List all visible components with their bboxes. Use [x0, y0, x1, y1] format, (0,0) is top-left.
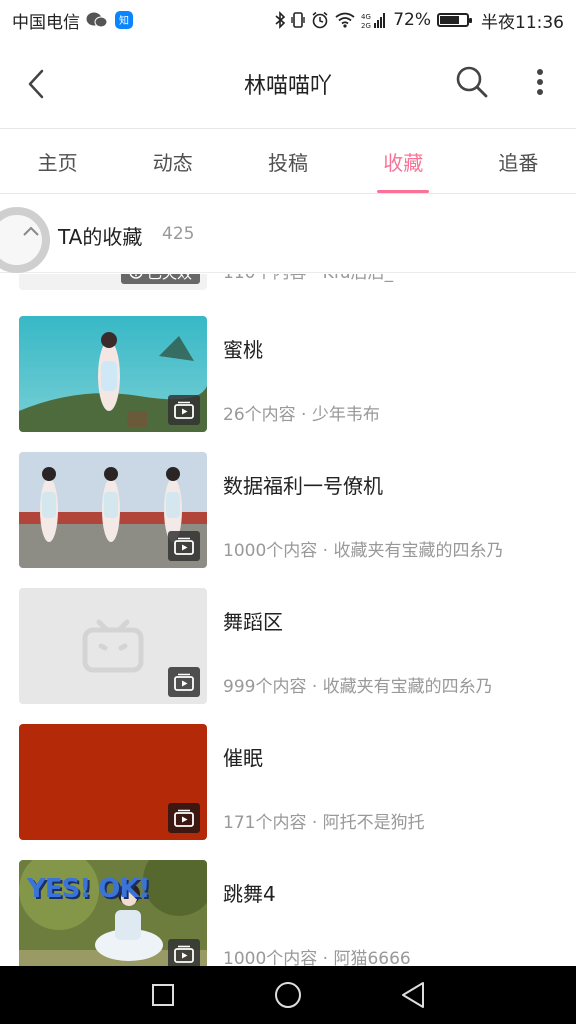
- wechat-icon: [86, 11, 108, 29]
- folder-meta: 999个内容 · 收藏夹有宝藏的四糸乃: [223, 677, 493, 697]
- alarm-icon: [311, 11, 329, 29]
- wifi-icon: [335, 12, 355, 28]
- tab-home[interactable]: 主页: [0, 129, 115, 193]
- list-item[interactable]: 数据福利一号僚机 1000个内容 · 收藏夹有宝藏的四糸乃: [0, 452, 576, 588]
- carrier-name: 中国电信: [12, 12, 80, 33]
- tab-label: 主页: [37, 150, 78, 175]
- more-vertical-icon: [537, 69, 543, 95]
- cover-caption: YES! OK!: [27, 874, 150, 904]
- back-nav-icon: [402, 982, 425, 1008]
- play-icon: [174, 673, 194, 691]
- folder-title: 数据福利一号僚机: [223, 474, 383, 498]
- favorites-section-header[interactable]: TA的收藏 425: [0, 195, 576, 273]
- clock: 半夜11:36: [481, 12, 564, 33]
- app-header: 林喵喵吖: [0, 40, 576, 128]
- info-icon: [129, 274, 143, 279]
- play-badge: [168, 939, 200, 966]
- folder-cover: 已失效: [19, 274, 207, 290]
- play-icon: [174, 945, 194, 963]
- home-icon: [274, 982, 301, 1008]
- badge-label: 已失效: [147, 274, 192, 283]
- favorites-list: 已失效 110个内容 · Kfu后后_ 蜜桃 26个内容 · 少年韦布: [0, 274, 576, 966]
- bluetooth-icon: [275, 11, 286, 29]
- zhihu-icon: 知: [114, 10, 134, 30]
- folder-meta: 26个内容 · 少年韦布: [223, 405, 380, 425]
- folder-meta: 1000个内容 · 阿猫6666: [223, 949, 411, 966]
- chevron-up-icon: [23, 226, 39, 236]
- folder-meta: 171个内容 · 阿托不是狗托: [223, 813, 425, 833]
- tab-bangumi[interactable]: 追番: [461, 129, 576, 193]
- battery-icon: [437, 13, 472, 27]
- svg-text:知: 知: [119, 14, 129, 27]
- status-bar: 中国电信 知 4G 2G 72% 半夜11:36: [0, 0, 576, 40]
- touch-ripple: [0, 207, 50, 273]
- play-icon: [174, 537, 194, 555]
- home-button[interactable]: [264, 971, 312, 1019]
- tab-label: 投稿: [268, 150, 308, 175]
- battery-percent: 72%: [393, 10, 431, 30]
- svg-text:2G: 2G: [361, 22, 371, 29]
- system-nav-bar: [0, 966, 576, 1024]
- more-button[interactable]: [520, 62, 560, 102]
- search-button[interactable]: [452, 62, 492, 102]
- list-item[interactable]: 已失效 110个内容 · Kfu后后_: [0, 274, 576, 310]
- folder-cover: [19, 452, 207, 568]
- folder-title: 跳舞4: [223, 882, 276, 906]
- folder-meta: 110个内容 · Kfu后后_: [223, 274, 393, 283]
- folder-cover: [19, 588, 207, 704]
- vibrate-icon: [291, 11, 305, 29]
- folder-cover: [19, 724, 207, 840]
- profile-tabs: 主页 动态 投稿 收藏 追番: [0, 128, 576, 194]
- svg-text:4G: 4G: [361, 13, 371, 21]
- play-badge: [168, 667, 200, 697]
- folder-meta: 1000个内容 · 收藏夹有宝藏的四糸乃: [223, 541, 504, 561]
- folder-cover: [19, 316, 207, 432]
- signal-icon: 4G 2G: [361, 11, 387, 29]
- play-badge: [168, 531, 200, 561]
- play-icon: [174, 401, 194, 419]
- tab-dynamics[interactable]: 动态: [115, 129, 230, 193]
- play-icon: [174, 809, 194, 827]
- folder-title: 催眠: [223, 746, 263, 770]
- play-badge: [168, 395, 200, 425]
- folder-title: 蜜桃: [223, 338, 263, 362]
- tab-uploads[interactable]: 投稿: [230, 129, 345, 193]
- folder-title: 舞蹈区: [223, 610, 283, 634]
- recent-apps-button[interactable]: [139, 971, 187, 1019]
- list-item[interactable]: 催眠 171个内容 · 阿托不是狗托: [0, 724, 576, 860]
- search-icon: [456, 66, 488, 98]
- play-badge: [168, 803, 200, 833]
- list-item[interactable]: YES! OK! 跳舞4 1000个内容 · 阿猫6666: [0, 860, 576, 966]
- recent-apps-icon: [151, 984, 174, 1006]
- list-item[interactable]: 舞蹈区 999个内容 · 收藏夹有宝藏的四糸乃: [0, 588, 576, 724]
- back-nav-button[interactable]: [389, 971, 437, 1019]
- tab-label: 动态: [152, 150, 193, 175]
- tab-label: 收藏: [383, 150, 424, 175]
- section-title: TA的收藏: [58, 225, 143, 249]
- section-count: 425: [162, 224, 195, 244]
- tab-label: 追番: [498, 150, 539, 175]
- expired-badge: 已失效: [120, 274, 200, 284]
- tab-favorites[interactable]: 收藏: [346, 129, 461, 193]
- folder-cover: YES! OK!: [19, 860, 207, 966]
- list-item[interactable]: 蜜桃 26个内容 · 少年韦布: [0, 316, 576, 452]
